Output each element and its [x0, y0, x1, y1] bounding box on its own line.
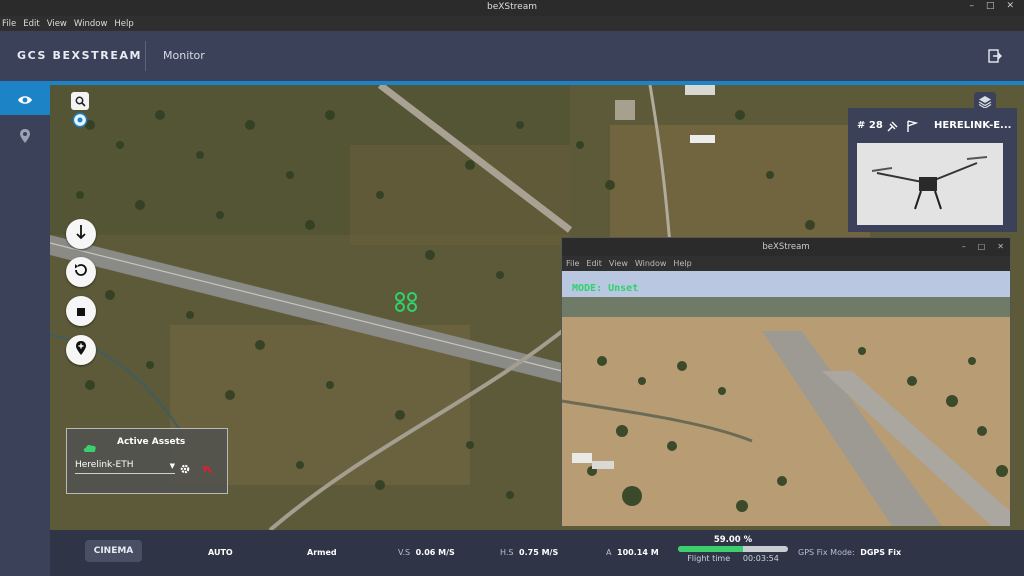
flight-mode-overlay: MODE: Unset	[572, 283, 639, 294]
flag-icon	[905, 118, 919, 137]
video-window[interactable]: beXStream – □ ✕ File Edit View Window He…	[561, 237, 1011, 526]
location-pin-icon	[19, 128, 31, 148]
eye-icon	[17, 91, 33, 110]
battery-percent: 59.00 %	[713, 535, 753, 545]
gps-fix-label: GPS Fix Mode:	[798, 548, 855, 557]
sidebar-item-locations[interactable]	[0, 123, 50, 153]
video-feed: MODE: Unset	[562, 271, 1010, 526]
cloud-icon	[82, 438, 98, 457]
video-close-button[interactable]: ✕	[997, 238, 1004, 256]
flight-time-value: 00:03:54	[742, 554, 779, 563]
video-menu-bar: File Edit View Window Help	[562, 256, 1010, 271]
menu-edit[interactable]: Edit	[23, 19, 39, 29]
satellite-icon	[886, 118, 900, 137]
altitude: A 100.14 M	[606, 548, 659, 557]
battery-bar-fill	[678, 546, 743, 552]
video-menu-view[interactable]: View	[609, 259, 628, 268]
menu-window[interactable]: Window	[74, 19, 108, 29]
header-divider	[145, 41, 146, 71]
asset-card[interactable]: # 28 HERELINK-E...	[848, 108, 1017, 232]
arrow-down-icon	[76, 224, 86, 244]
search-icon	[75, 92, 86, 111]
video-menu-file[interactable]: File	[566, 259, 579, 268]
video-menu-window[interactable]: Window	[635, 259, 667, 268]
target-icon	[72, 112, 88, 132]
app-brand: GCS BEXSTREAM	[17, 49, 143, 62]
stop-button[interactable]	[66, 296, 96, 326]
battery-bar	[678, 546, 788, 552]
video-menu-edit[interactable]: Edit	[586, 259, 602, 268]
altitude-value: 100.14 M	[617, 548, 659, 557]
app-header: GCS BEXSTREAM Monitor	[0, 31, 1024, 81]
menu-bar: File Edit View Window Help	[0, 16, 1024, 31]
altitude-label: A	[606, 548, 612, 557]
active-assets-title: Active Assets	[117, 437, 186, 447]
map-search-button[interactable]	[71, 92, 89, 110]
sidebar	[0, 85, 50, 576]
asset-disconnect-button[interactable]	[201, 460, 213, 479]
add-waypoint-icon	[75, 340, 87, 360]
flight-time-label: Flight time	[687, 554, 731, 563]
horizontal-speed-value: 0.75 M/S	[519, 548, 559, 557]
disconnect-icon	[201, 460, 213, 479]
horizontal-speed-label: H.S	[500, 548, 514, 557]
cinema-button[interactable]: CINEMA	[85, 540, 142, 562]
sidebar-item-monitor[interactable]	[0, 85, 50, 115]
minimize-button[interactable]: –	[969, 1, 974, 11]
page-title: Monitor	[163, 49, 205, 62]
window-titlebar: beXStream – □ ✕	[0, 0, 1024, 16]
drone-image	[857, 143, 1003, 225]
armed-value: Armed	[307, 548, 337, 557]
flight-mode-value: AUTO	[208, 548, 233, 557]
status-bar: CINEMA AUTO Armed V.S 0.06 M/S H.S 0.75 …	[50, 530, 1024, 576]
gps-fix: GPS Fix Mode: DGPS Fix	[798, 548, 901, 557]
video-menu-help[interactable]: Help	[673, 259, 691, 268]
flight-mode: AUTO	[208, 548, 233, 557]
menu-file[interactable]: File	[2, 19, 16, 29]
menu-view[interactable]: View	[47, 19, 67, 29]
armed-state: Armed	[307, 548, 337, 557]
asset-number: # 28	[857, 120, 883, 131]
close-button[interactable]: ✕	[1006, 1, 1014, 11]
video-maximize-button[interactable]: □	[978, 238, 986, 256]
return-home-button[interactable]	[66, 257, 96, 287]
chevron-down-icon: ▼	[169, 462, 175, 470]
rotate-icon	[73, 262, 89, 282]
video-window-title: beXStream	[562, 238, 1010, 256]
vertical-speed: V.S 0.06 M/S	[398, 548, 455, 557]
horizontal-speed: H.S 0.75 M/S	[500, 548, 558, 557]
asset-select[interactable]: Herelink-ETH ▼	[75, 460, 175, 474]
window-title: beXStream	[487, 2, 537, 12]
vertical-speed-value: 0.06 M/S	[415, 548, 455, 557]
maximize-button[interactable]: □	[986, 1, 995, 11]
logout-icon[interactable]	[988, 48, 1004, 64]
land-button[interactable]	[66, 219, 96, 249]
gear-icon	[179, 460, 191, 479]
vertical-speed-label: V.S	[398, 548, 411, 557]
add-waypoint-button[interactable]	[66, 335, 96, 365]
flight-time: Flight time 00:03:54	[678, 554, 788, 563]
map-center-button[interactable]	[71, 112, 89, 132]
map-view[interactable]: Active Assets Herelink-ETH ▼ # 28 HERELI…	[50, 85, 1024, 530]
menu-help[interactable]: Help	[114, 19, 133, 29]
video-minimize-button[interactable]: –	[962, 238, 966, 256]
asset-settings-button[interactable]	[179, 460, 191, 479]
asset-name: HERELINK-E...	[934, 120, 1012, 131]
asset-select-value: Herelink-ETH	[75, 460, 134, 470]
stop-icon	[76, 302, 86, 321]
gps-fix-value: DGPS Fix	[860, 548, 902, 557]
active-assets-panel: Active Assets Herelink-ETH ▼	[66, 428, 228, 494]
